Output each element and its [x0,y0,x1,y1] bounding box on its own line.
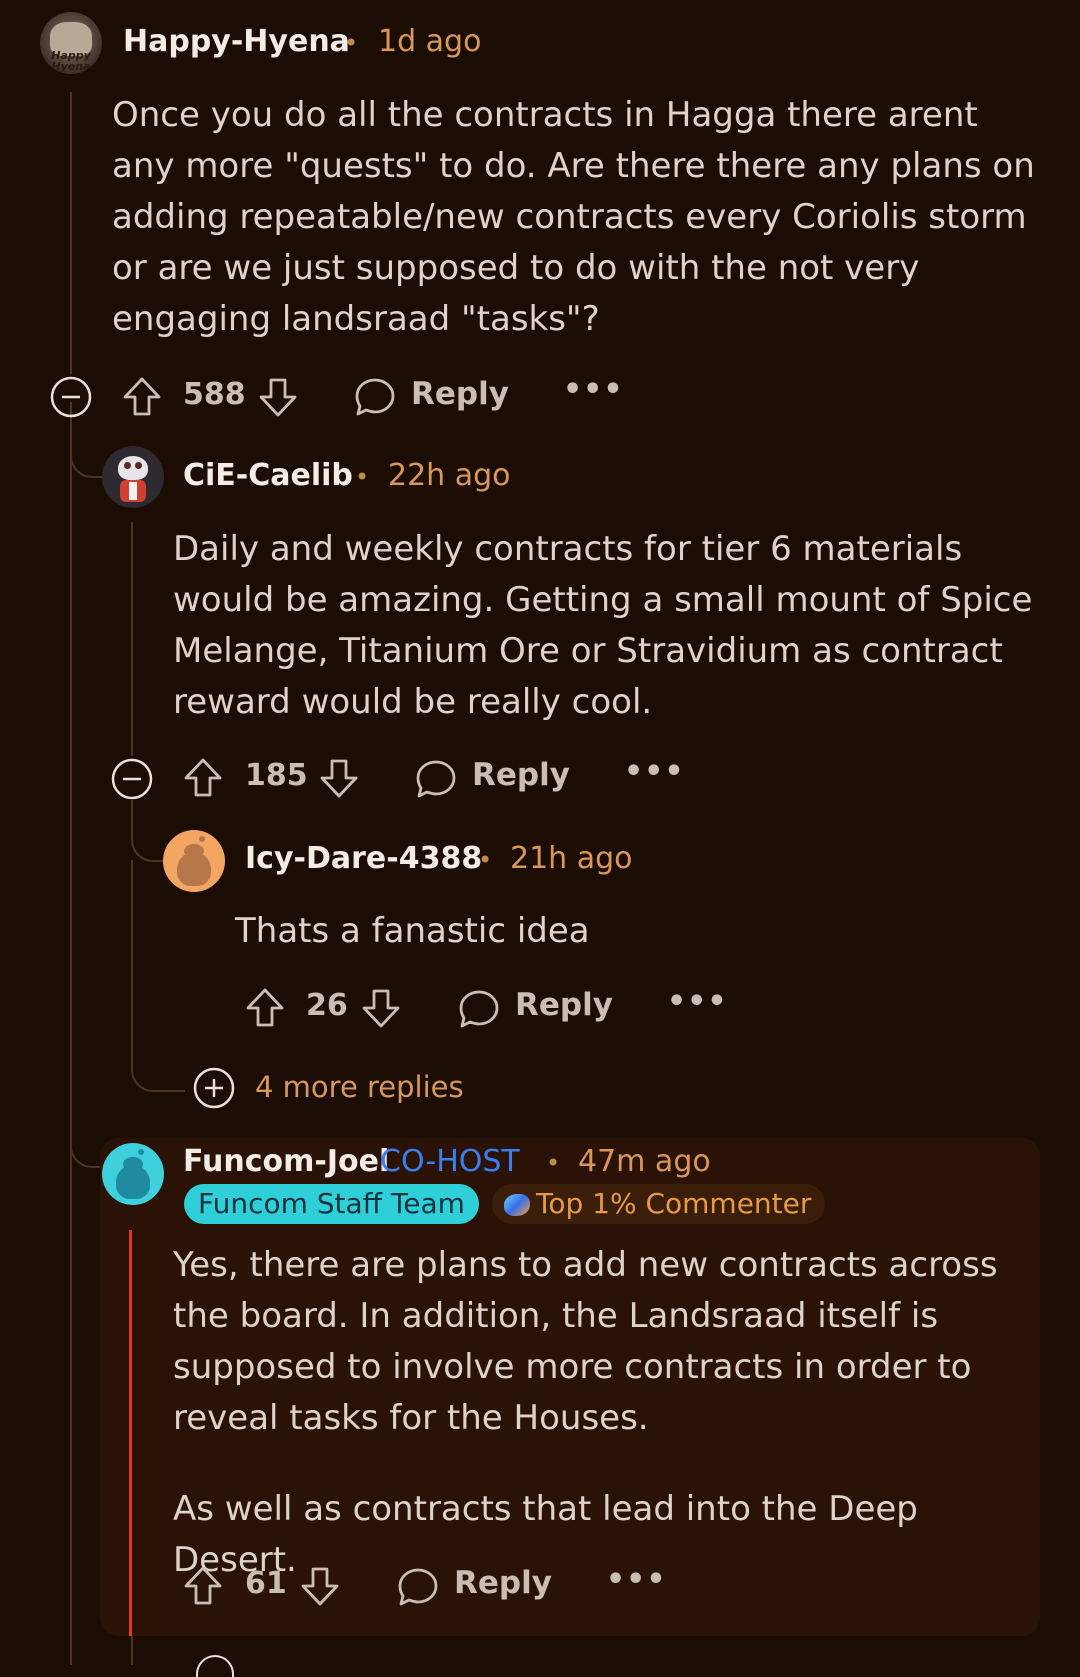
thread-line-2 [131,522,133,756]
avatar[interactable] [102,446,164,508]
upvote-icon[interactable] [183,757,223,799]
upvote-icon[interactable] [122,376,162,418]
comment-body: Thats a fanastic idea [235,911,590,951]
upvote-icon[interactable] [245,987,285,1029]
comment-time: 21h ago [510,841,633,876]
thread-connector-1 [70,440,102,478]
more-replies-link[interactable]: 4 more replies [255,1070,464,1104]
comment-author[interactable]: CiE-Caelib [183,458,353,493]
upvote-icon[interactable] [183,1565,223,1607]
avatar[interactable]: Happy Hyena [40,12,102,74]
downvote-icon[interactable] [361,987,401,1029]
reply-button[interactable]: Reply [454,1565,552,1601]
reply-button[interactable]: Reply [515,987,613,1023]
separator-dot: • [546,1149,561,1177]
highlight-bar [129,1230,132,1636]
comment-body: Yes, there are plans to add new contract… [173,1245,998,1438]
vote-count: 26 [306,988,348,1023]
comment-time: 1d ago [378,24,482,59]
comment-body: Once you do all the contracts in Hagga t… [112,95,1035,339]
top-commenter-label: Top 1% Commenter [536,1187,812,1220]
avatar[interactable] [163,830,225,892]
vote-count: 588 [183,377,246,412]
collapsed-control-cutoff [196,1655,234,1677]
comment-time: 47m ago [578,1144,711,1179]
comment-bubble-icon[interactable] [458,989,500,1029]
comment-time: 22h ago [388,458,511,493]
more-options-icon[interactable]: ••• [563,372,624,407]
more-options-icon[interactable]: ••• [624,754,685,789]
comment-bubble-icon[interactable] [354,377,396,417]
thread-line-root-lower [70,402,72,1665]
comment-body: Daily and weekly contracts for tier 6 ma… [173,529,1033,722]
vote-count: 185 [245,758,308,793]
staff-team-badge: Funcom Staff Team [184,1184,479,1224]
downvote-icon[interactable] [258,376,298,418]
more-options-icon[interactable]: ••• [606,1562,667,1597]
comment-author[interactable]: Funcom-Joel [183,1144,389,1179]
thread-connector-3 [70,1130,102,1168]
top-commenter-badge: Top 1% Commenter [492,1184,826,1224]
collapse-icon[interactable] [111,758,153,800]
avatar[interactable] [102,1143,164,1205]
separator-dot: • [355,463,370,491]
reply-button[interactable]: Reply [411,376,509,412]
top-commenter-icon [504,1194,530,1216]
reply-button[interactable]: Reply [472,757,570,793]
comment-author[interactable]: Icy-Dare-4388 [245,841,482,876]
vote-count: 61 [245,1566,287,1601]
more-options-icon[interactable]: ••• [667,984,728,1019]
comment-bubble-icon[interactable] [397,1567,439,1607]
downvote-icon[interactable] [319,757,359,799]
separator-dot: • [344,29,359,57]
thread-connector-more [131,860,185,1092]
thread-connector-cutoff [131,1636,133,1665]
thread-connector-2 [131,800,163,862]
downvote-icon[interactable] [300,1565,340,1607]
expand-icon[interactable] [193,1067,235,1109]
separator-dot: • [478,846,493,874]
thread-line-root [70,92,72,374]
comment-bubble-icon[interactable] [415,759,457,799]
collapse-icon[interactable] [50,376,92,418]
cohost-flair: CO-HOST [380,1144,520,1179]
comment-author[interactable]: Happy-Hyena [123,24,350,59]
